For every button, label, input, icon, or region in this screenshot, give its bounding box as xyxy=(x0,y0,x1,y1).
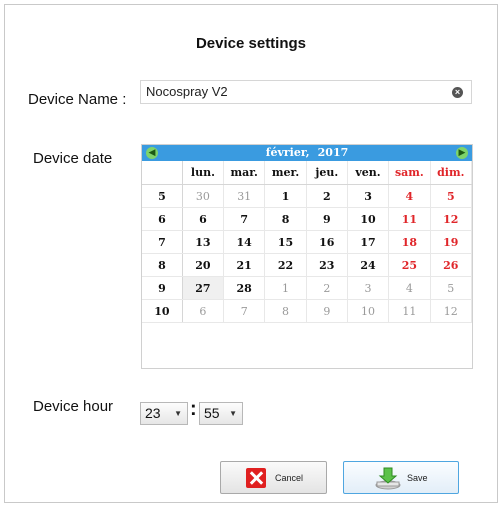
weekday-header: ven. xyxy=(347,161,390,185)
calendar-day[interactable]: 25 xyxy=(388,253,431,277)
week-number: 7 xyxy=(142,230,183,254)
weekday-header: lun. xyxy=(182,161,225,185)
calendar-day[interactable]: 12 xyxy=(430,207,473,231)
calendar-header: ◀ février, 2017 ▶ xyxy=(142,145,472,161)
calendar-day[interactable]: 12 xyxy=(430,299,473,323)
calendar-day[interactable]: 11 xyxy=(388,299,431,323)
calendar-day[interactable]: 1 xyxy=(264,276,307,300)
calendar-day[interactable]: 15 xyxy=(264,230,307,254)
device-name-label: Device Name : xyxy=(28,91,127,108)
calendar-day[interactable]: 17 xyxy=(347,230,390,254)
save-button-label: Save xyxy=(407,473,428,483)
time-separator: : xyxy=(190,398,197,420)
minute-select[interactable]: 55 ▼ xyxy=(199,402,243,425)
dialog-title: Device settings xyxy=(195,35,307,52)
calendar-day[interactable]: 3 xyxy=(347,184,390,208)
next-month-icon[interactable]: ▶ xyxy=(456,147,468,159)
calendar-day[interactable]: 26 xyxy=(430,253,473,277)
clear-icon[interactable]: × xyxy=(452,87,463,98)
cancel-icon xyxy=(246,468,266,488)
calendar-day[interactable]: 4 xyxy=(388,184,431,208)
calendar-day[interactable]: 20 xyxy=(182,253,225,277)
calendar-day[interactable]: 31 xyxy=(223,184,266,208)
calendar-day[interactable]: 27 xyxy=(182,276,225,300)
weekday-header: mar. xyxy=(223,161,266,185)
calendar-week-row: 10 6 7 8 9 10 11 12 xyxy=(142,299,473,323)
minute-value: 55 xyxy=(204,405,220,421)
cancel-button-label: Cancel xyxy=(275,473,304,483)
calendar-day[interactable]: 6 xyxy=(182,207,225,231)
save-icon xyxy=(375,467,401,490)
calendar-day[interactable]: 10 xyxy=(347,207,390,231)
calendar-day[interactable]: 13 xyxy=(182,230,225,254)
save-button[interactable]: Save xyxy=(343,461,459,494)
calendar-day[interactable]: 2 xyxy=(306,184,348,208)
week-number: 8 xyxy=(142,253,183,277)
calendar-day[interactable]: 8 xyxy=(264,207,307,231)
calendar-day[interactable]: 7 xyxy=(223,299,266,323)
device-name-input[interactable] xyxy=(146,84,446,99)
calendar-grid: lun. mar. mer. jeu. ven. sam. dim. 5 30 31 1 2 3 4 5 6 6… xyxy=(142,161,473,323)
calendar-day[interactable]: 24 xyxy=(347,253,390,277)
weekday-header-row: lun. mar. mer. jeu. ven. sam. dim. xyxy=(142,161,473,185)
calendar-day[interactable]: 21 xyxy=(223,253,266,277)
calendar-day[interactable]: 18 xyxy=(388,230,431,254)
calendar-month[interactable]: février, xyxy=(266,146,310,159)
device-date-label: Device date xyxy=(33,150,113,167)
calendar-day[interactable]: 11 xyxy=(388,207,431,231)
chevron-down-icon: ▼ xyxy=(229,409,237,418)
device-hour-label: Device hour xyxy=(33,398,114,415)
weekday-header: mer. xyxy=(264,161,307,185)
week-number: 9 xyxy=(142,276,183,300)
calendar-day[interactable]: 5 xyxy=(430,184,473,208)
calendar-day[interactable]: 14 xyxy=(223,230,266,254)
calendar-day[interactable]: 28 xyxy=(223,276,266,300)
calendar-day[interactable]: 8 xyxy=(264,299,307,323)
weekday-header: jeu. xyxy=(306,161,348,185)
calendar-year[interactable]: 2017 xyxy=(318,146,349,159)
chevron-down-icon: ▼ xyxy=(174,409,182,418)
device-name-field[interactable]: × xyxy=(140,80,472,104)
week-number: 5 xyxy=(142,184,183,208)
calendar-week-row: 6 6 7 8 9 10 11 12 xyxy=(142,207,473,231)
hour-select[interactable]: 23 ▼ xyxy=(140,402,188,425)
calendar-day[interactable]: 4 xyxy=(388,276,431,300)
calendar-week-row: 9 27 28 1 2 3 4 5 xyxy=(142,276,473,300)
calendar-week-row: 5 30 31 1 2 3 4 5 xyxy=(142,184,473,208)
calendar-day[interactable]: 10 xyxy=(347,299,390,323)
hour-value: 23 xyxy=(145,405,161,421)
calendar-day[interactable]: 3 xyxy=(347,276,390,300)
prev-month-icon[interactable]: ◀ xyxy=(146,147,158,159)
calendar-day[interactable]: 5 xyxy=(430,276,473,300)
calendar-week-row: 8 20 21 22 23 24 25 26 xyxy=(142,253,473,277)
week-number: 10 xyxy=(142,299,183,323)
calendar-day[interactable]: 7 xyxy=(223,207,266,231)
calendar-day[interactable]: 2 xyxy=(306,276,348,300)
weekday-header: dim. xyxy=(430,161,473,185)
cancel-button[interactable]: Cancel xyxy=(220,461,327,494)
calendar-day[interactable]: 6 xyxy=(182,299,225,323)
week-number-header xyxy=(142,161,183,185)
calendar-day[interactable]: 23 xyxy=(306,253,348,277)
weekday-header: sam. xyxy=(388,161,431,185)
week-number: 6 xyxy=(142,207,183,231)
calendar-day[interactable]: 9 xyxy=(306,299,348,323)
calendar-day[interactable]: 16 xyxy=(306,230,348,254)
calendar-day[interactable]: 1 xyxy=(264,184,307,208)
calendar-day[interactable]: 22 xyxy=(264,253,307,277)
calendar-week-row: 7 13 14 15 16 17 18 19 xyxy=(142,230,473,254)
calendar-day[interactable]: 30 xyxy=(182,184,225,208)
calendar-day[interactable]: 19 xyxy=(430,230,473,254)
calendar-day[interactable]: 9 xyxy=(306,207,348,231)
calendar: ◀ février, 2017 ▶ lun. mar. mer. jeu. ven. sam… xyxy=(141,144,473,369)
